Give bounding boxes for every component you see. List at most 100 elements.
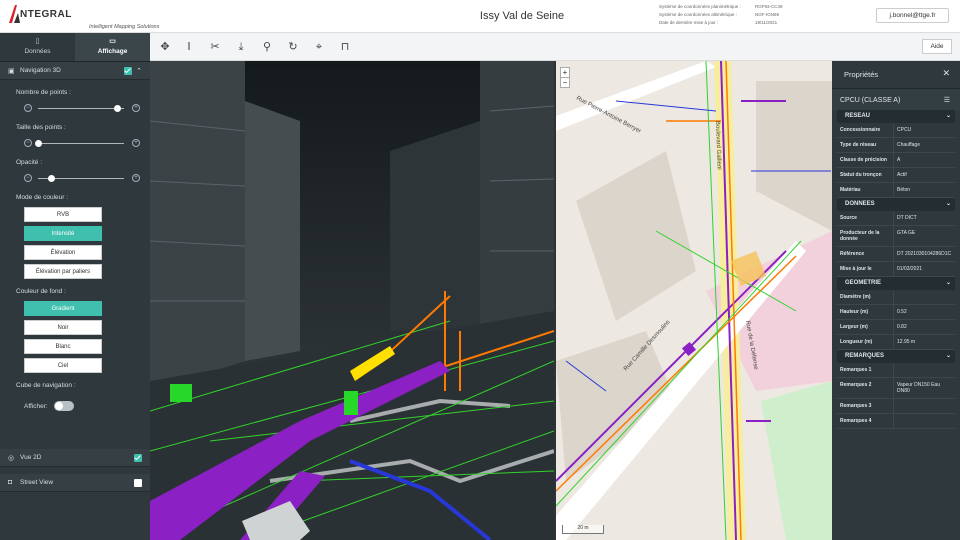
section-vue-2d[interactable]: ◎ Vue 2D (0, 449, 150, 467)
color-mode-elevation[interactable]: Élévation (24, 245, 102, 260)
map-2d-view[interactable]: Rue Pierre-Antoine Berryer Boulevard Gal… (556, 61, 832, 540)
left-panel: ▯ Données ▭ Affichage ▣ Navigation 3D ⌃ … (0, 33, 150, 540)
property-row: Statut du tronçon Actif (837, 168, 955, 183)
slider-knob[interactable] (35, 140, 42, 147)
zoom-out-button[interactable]: − (561, 77, 569, 87)
section-street-view[interactable]: ◘ Street View (0, 474, 150, 492)
group-header-remarques[interactable]: REMARQUES ⌄ (837, 350, 955, 363)
chevron-down-icon[interactable]: ⌄ (946, 112, 951, 119)
location-marker-icon[interactable]: ⌖ (310, 38, 328, 56)
chevron-down-icon[interactable]: ⌄ (946, 352, 951, 359)
slider-knob[interactable] (47, 175, 55, 182)
points-size-slider[interactable]: − + (16, 136, 140, 150)
plus-icon[interactable]: + (132, 139, 140, 147)
opacity-slider[interactable]: − + (16, 171, 140, 185)
user-account-button[interactable]: j.bonnel@ttge.fr (876, 8, 949, 23)
group-name: RESEAU (845, 113, 871, 119)
property-value: Béton (897, 187, 911, 193)
plus-icon[interactable]: + (132, 174, 140, 182)
properties-groups: RESEAU ⌄ Concessionnaire CPCU Type de réseau… (832, 110, 960, 429)
tab-donnees[interactable]: ▯ Données (0, 33, 75, 61)
sysinfo-label: Date de dernière mise à jour : (659, 20, 719, 25)
color-mode-rvb[interactable]: RVB (24, 207, 102, 222)
points-count-slider[interactable]: − + (16, 101, 140, 115)
monitor-icon: ▭ (109, 38, 116, 45)
chevron-down-icon[interactable]: ⌄ (946, 200, 951, 207)
sysinfo-value: 19/11/2021 (755, 20, 778, 25)
help-button[interactable]: Aide (922, 39, 952, 54)
property-row: Remarques 2 Vapeur DN150 Eau DN80 (837, 378, 955, 399)
color-mode-intensite[interactable]: Intensité (24, 226, 102, 241)
property-value (894, 363, 955, 377)
opacity-label: Opacité : (16, 159, 43, 166)
chevron-down-icon[interactable]: ⌄ (946, 279, 951, 286)
scissors-icon[interactable]: ✂ (206, 38, 224, 56)
refresh-icon[interactable]: ↻ (284, 38, 302, 56)
minus-icon[interactable]: − (24, 139, 32, 147)
property-value (894, 414, 955, 428)
vue2d-checkbox[interactable] (134, 453, 142, 462)
chevron-up-icon[interactable]: ⌃ (136, 67, 142, 75)
sysinfo-value: NGF-IGN69 (755, 12, 780, 17)
minus-icon[interactable]: − (24, 104, 32, 112)
property-value: 12.95 m (897, 339, 916, 345)
property-value: Chauffage (897, 142, 920, 148)
nav3d-checkbox[interactable] (124, 66, 133, 75)
properties-header: Propriétés ✕ (832, 61, 960, 88)
slider-track[interactable] (38, 143, 124, 144)
plus-icon[interactable]: + (132, 104, 140, 112)
minus-icon[interactable]: − (24, 174, 32, 182)
pin-icon[interactable]: ⚲ (258, 38, 276, 56)
app-header: NTEGRAL Intelligent Mapping Solutions Is… (0, 0, 960, 33)
property-key: Producteur de la donnée (837, 226, 894, 246)
nav-cube-toggle[interactable] (53, 401, 74, 411)
zoom-in-button[interactable]: + (561, 68, 569, 77)
move-icon[interactable]: ✥ (156, 38, 174, 56)
text-cursor-icon[interactable]: Ⅰ (180, 38, 198, 56)
sysinfo-label: Système de coordonnées altimétrique : (659, 12, 738, 17)
sysinfo-row: Système de coordonnées planimétrique : RG… (659, 3, 783, 11)
sysinfo-value: RGF93-CC49 (755, 4, 783, 9)
bg-color-noir[interactable]: Noir (24, 320, 102, 335)
nav3d-settings: Nombre de points : − + Taille des points… (0, 89, 150, 411)
lock-icon[interactable]: ⊓ (336, 38, 354, 56)
property-key: Référence (837, 247, 894, 261)
tab-label: Affichage (97, 48, 128, 55)
group-header-geometrie[interactable]: GEOMETRIE ⌄ (837, 277, 955, 290)
tab-affichage[interactable]: ▭ Affichage (75, 33, 150, 61)
property-key: Remarques 4 (837, 414, 894, 428)
property-row: Remarques 3 (837, 399, 955, 414)
slider-knob[interactable] (114, 105, 122, 112)
group-header-reseau[interactable]: RESEAU ⌄ (837, 110, 955, 123)
section-label: Vue 2D (20, 454, 42, 461)
property-key: Matériau (837, 183, 894, 197)
group-header-donnees[interactable]: DONNEES ⌄ (837, 198, 955, 211)
property-value: Vapeur DN150 Eau DN80 (897, 382, 940, 394)
building-center (390, 121, 480, 331)
point-cloud-scene (150, 61, 554, 540)
green-chamber (170, 384, 192, 402)
section-navigation-3d[interactable]: ▣ Navigation 3D ⌃ (0, 62, 150, 80)
points-count-label: Nombre de points : (16, 89, 71, 96)
slider-track[interactable] (38, 108, 124, 109)
globe-icon: ◎ (8, 454, 15, 462)
property-row: Source DT DICT (837, 211, 955, 226)
property-value: DT DICT (897, 215, 917, 221)
section-label: Street View (20, 479, 54, 486)
panel-tabs: ▯ Données ▭ Affichage (0, 33, 150, 62)
streetview-checkbox[interactable] (134, 478, 142, 487)
color-mode-elevation-paliers[interactable]: Élévation par paliers (24, 264, 102, 279)
property-value: A (897, 157, 901, 163)
property-row: Hauteur (m) 0.52 (837, 305, 955, 320)
building-left-2 (245, 101, 300, 361)
bg-color-blanc[interactable]: Blanc (24, 339, 102, 354)
point-cloud-3d-view[interactable] (150, 61, 554, 540)
download-icon[interactable]: ⤓ (232, 38, 250, 56)
property-key: Diamètre (m) (837, 290, 894, 304)
property-value: GTA GE (897, 230, 916, 236)
close-icon[interactable]: ✕ (942, 68, 950, 79)
list-menu-icon[interactable]: ☰ (944, 96, 950, 104)
property-row: Concessionnaire CPCU (837, 123, 955, 138)
bg-color-gradient[interactable]: Gradient (24, 301, 102, 316)
bg-color-ciel[interactable]: Ciel (24, 358, 102, 373)
